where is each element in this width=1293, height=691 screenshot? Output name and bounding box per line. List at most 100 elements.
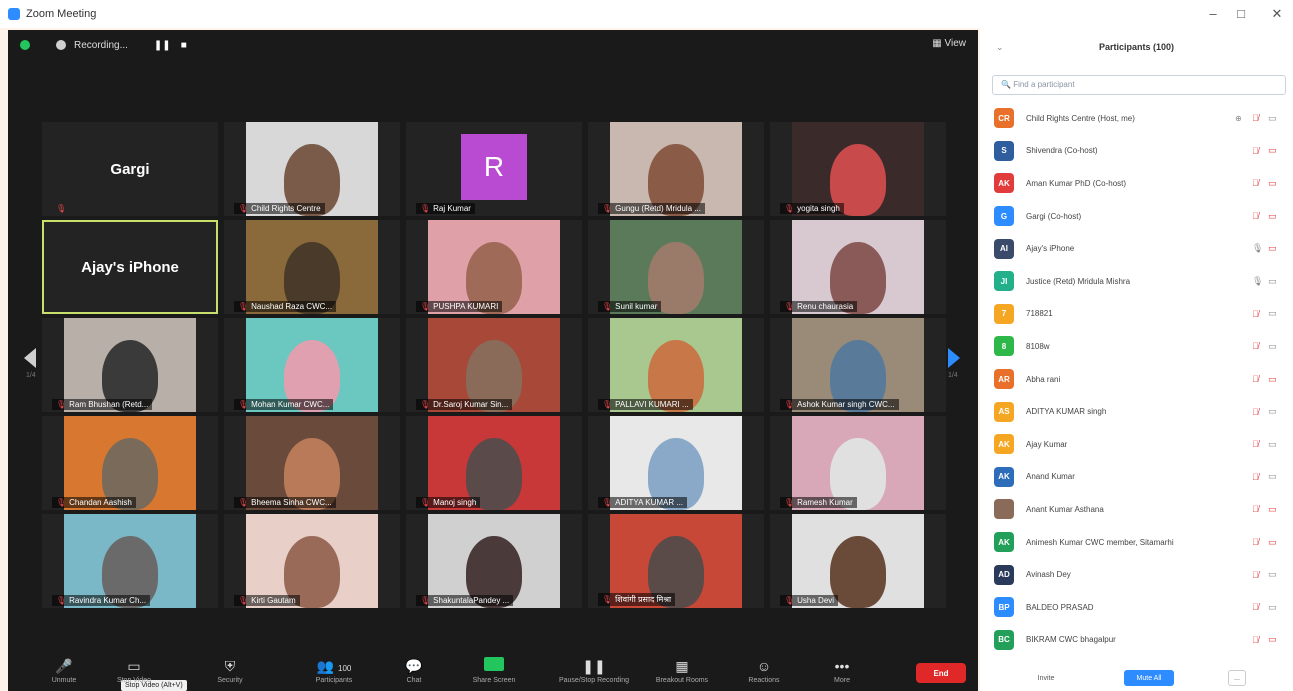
video-tile-sunil[interactable]: 🎙 Sunil kumar: [588, 220, 764, 314]
end-meeting-button[interactable]: End: [916, 663, 966, 683]
participant-row[interactable]: G Gargi (Co-host) 🎙̸ ▭: [980, 200, 1293, 233]
participant-row[interactable]: AK Ajay Kumar 🎙̸ ▭: [980, 428, 1293, 461]
mic-muted-icon[interactable]: 🎙̸: [1252, 537, 1259, 547]
participant-search-input[interactable]: 🔍 Find a participant: [992, 75, 1286, 95]
participant-row[interactable]: AR Abha rani 🎙̸ ▭: [980, 363, 1293, 396]
camera-off-icon[interactable]: ▭: [1268, 504, 1277, 515]
invite-button[interactable]: Invite: [1016, 670, 1076, 686]
participant-row[interactable]: 8 8108w 🎙̸ ▭: [980, 330, 1293, 363]
maximize-button[interactable]: □: [1226, 6, 1256, 21]
participant-row[interactable]: CR Child Rights Centre (Host, me) ⊕ 🎙̸ ▭: [980, 102, 1293, 135]
mic-muted-icon[interactable]: 🎙̸: [1252, 635, 1259, 645]
mic-muted-icon[interactable]: 🎙̸: [1252, 309, 1259, 319]
mic-muted-icon[interactable]: 🎙̸: [1252, 211, 1259, 221]
video-tile-saroj[interactable]: 🎙 Dr.Saroj Kumar Sin...: [406, 318, 582, 412]
camera-off-icon[interactable]: ▭: [1268, 211, 1277, 222]
mic-muted-icon[interactable]: 🎙̸: [1252, 472, 1259, 482]
camera-on-icon[interactable]: ▭: [1268, 471, 1277, 482]
camera-off-icon[interactable]: ▭: [1268, 537, 1277, 548]
participant-row[interactable]: AK Aman Kumar PhD (Co-host) 🎙̸ ▭: [980, 167, 1293, 200]
video-tile-kirti[interactable]: 🎙 Kirti Gautam: [224, 514, 400, 608]
video-tile-raj[interactable]: R 🎙 Raj Kumar: [406, 122, 582, 216]
video-tile-chandan[interactable]: 🎙 Chandan Aashish: [42, 416, 218, 510]
video-tile-ajay[interactable]: Ajay's iPhone: [42, 220, 218, 314]
mic-muted-icon[interactable]: 🎙̸: [1252, 570, 1259, 580]
security-button[interactable]: ⛨ Security: [194, 657, 266, 684]
participant-row[interactable]: AK Anand Kumar 🎙̸ ▭: [980, 461, 1293, 494]
participant-row[interactable]: JI Justice (Retd) Mridula Mishra 🎙 ▭: [980, 265, 1293, 298]
participant-row[interactable]: AD Avinash Dey 🎙̸ ▭: [980, 558, 1293, 591]
mic-muted-icon[interactable]: 🎙̸: [1252, 439, 1259, 449]
video-tile-naushad[interactable]: 🎙 Naushad Raza CWC...: [224, 220, 400, 314]
video-tile-manoj[interactable]: 🎙 Manoj singh: [406, 416, 582, 510]
stop-video-button[interactable]: ▭ Stop Video: [98, 657, 170, 684]
mic-muted-icon[interactable]: 🎙̸: [1252, 407, 1259, 417]
more-options-button[interactable]: ...: [1228, 670, 1246, 686]
participant-row[interactable]: AI Ajay's iPhone 🎙 ▭: [980, 232, 1293, 265]
video-tile-ramesh[interactable]: 🎙 Ramesh Kumar: [770, 416, 946, 510]
participant-row[interactable]: 7 718821 🎙̸ ▭: [980, 298, 1293, 331]
video-tile-gargi[interactable]: Gargi 🎙: [42, 122, 218, 216]
unmute-button[interactable]: 🎤 Unmute: [28, 657, 100, 684]
participant-row[interactable]: AK Animesh Kumar CWC member, Sitamarhi 🎙̸ ▭: [980, 526, 1293, 559]
view-button[interactable]: ▦ View: [932, 38, 966, 49]
video-tile-shakuntala[interactable]: 🎙 ShakuntalaPandey ...: [406, 514, 582, 608]
camera-off-icon[interactable]: ▭: [1268, 634, 1277, 645]
mic-muted-icon[interactable]: 🎙̸: [1252, 113, 1259, 123]
breakout-button[interactable]: ▦ Breakout Rooms: [646, 657, 718, 684]
participant-row[interactable]: BP BALDEO PRASAD 🎙̸ ▭: [980, 591, 1293, 624]
video-tile-bheema[interactable]: 🎙 Bheema Sinha CWC...: [224, 416, 400, 510]
more-button[interactable]: ••• More: [806, 657, 878, 684]
previous-page-arrow-icon[interactable]: [24, 348, 36, 368]
participant-row[interactable]: Anant Kumar Asthana 🎙̸ ▭: [980, 493, 1293, 526]
mic-muted-icon[interactable]: 🎙̸: [1252, 146, 1259, 156]
camera-on-icon[interactable]: ▭: [1268, 406, 1277, 417]
camera-on-icon[interactable]: ▭: [1268, 341, 1277, 352]
camera-off-icon[interactable]: ▭: [1268, 145, 1277, 156]
close-button[interactable]: ✕: [1262, 6, 1292, 22]
mic-muted-icon[interactable]: 🎙̸: [1252, 178, 1259, 188]
participant-row[interactable]: S Shivendra (Co-host) 🎙̸ ▭: [980, 135, 1293, 168]
participant-row[interactable]: AS ADITYA KUMAR singh 🎙̸ ▭: [980, 395, 1293, 428]
camera-on-icon[interactable]: ▭: [1268, 113, 1277, 124]
camera-on-icon[interactable]: ▭: [1268, 439, 1277, 450]
participant-row[interactable]: BC BIKRAM CWC bhagalpur 🎙̸ ▭: [980, 624, 1293, 657]
video-tile-gungu[interactable]: 🎙 Gungu (Retd) Mridula ...: [588, 122, 764, 216]
reactions-button[interactable]: ☺ Reactions: [728, 657, 800, 684]
mic-muted-icon[interactable]: 🎙̸: [1252, 341, 1259, 351]
video-tile-hindi[interactable]: 🎙 शिवांगी प्रसाद मिश्रा: [588, 514, 764, 608]
participants-button[interactable]: 👥 100 Participants: [298, 657, 370, 684]
video-tile-ram[interactable]: 🎙 Ram Bhushan (Retd...: [42, 318, 218, 412]
video-tile-yogita[interactable]: 🎙 yogita singh: [770, 122, 946, 216]
camera-off-icon[interactable]: ▭: [1268, 178, 1277, 189]
video-tile-usha[interactable]: 🎙 Usha Devi: [770, 514, 946, 608]
camera-off-icon[interactable]: ▭: [1268, 243, 1277, 254]
camera-off-icon[interactable]: ▭: [1268, 374, 1277, 385]
pause-recording-button[interactable]: ❚❚: [154, 40, 171, 51]
video-tile-pushpa[interactable]: 🎙 PUSHPA KUMARI: [406, 220, 582, 314]
video-tile-aditya[interactable]: 🎙 ADITYA KUMAR ...: [588, 416, 764, 510]
camera-on-icon[interactable]: ▭: [1268, 569, 1277, 580]
mic-muted-icon[interactable]: 🎙̸: [1252, 504, 1259, 514]
video-tile-ravindra[interactable]: 🎙 Ravindra Kumar Ch...: [42, 514, 218, 608]
camera-on-icon[interactable]: ▭: [1268, 602, 1277, 613]
chat-button[interactable]: 💬 Chat: [378, 657, 450, 684]
stop-recording-button[interactable]: ■: [181, 40, 187, 51]
mute-all-button[interactable]: Mute All: [1124, 670, 1174, 686]
camera-on-icon[interactable]: ▭: [1268, 308, 1277, 319]
mic-muted-icon[interactable]: 🎙̸: [1252, 374, 1259, 384]
mic-muted-icon[interactable]: 🎙̸: [1252, 602, 1259, 612]
mic-on-icon[interactable]: 🎙: [1252, 276, 1263, 287]
video-tile-renu[interactable]: 🎙 Renu chaurasia: [770, 220, 946, 314]
security-shield-icon[interactable]: [20, 40, 30, 50]
recording-button[interactable]: ❚❚ Pause/Stop Recording: [558, 657, 630, 684]
share-screen-button[interactable]: Share Screen: [458, 657, 530, 684]
camera-on-icon[interactable]: ▭: [1268, 276, 1277, 287]
mic-on-icon[interactable]: 🎙: [1252, 243, 1263, 254]
video-tile-pallavi[interactable]: 🎙 PALLAVI KUMARI ...: [588, 318, 764, 412]
video-tile-child-rights[interactable]: 🎙 Child Rights Centre: [224, 122, 400, 216]
next-page-arrow-icon[interactable]: [948, 348, 960, 368]
video-tile-ashok[interactable]: 🎙 Ashok Kumar singh CWC...: [770, 318, 946, 412]
minimize-button[interactable]: –: [1198, 6, 1228, 21]
video-tile-mohan[interactable]: 🎙 Mohan Kumar CWC...: [224, 318, 400, 412]
